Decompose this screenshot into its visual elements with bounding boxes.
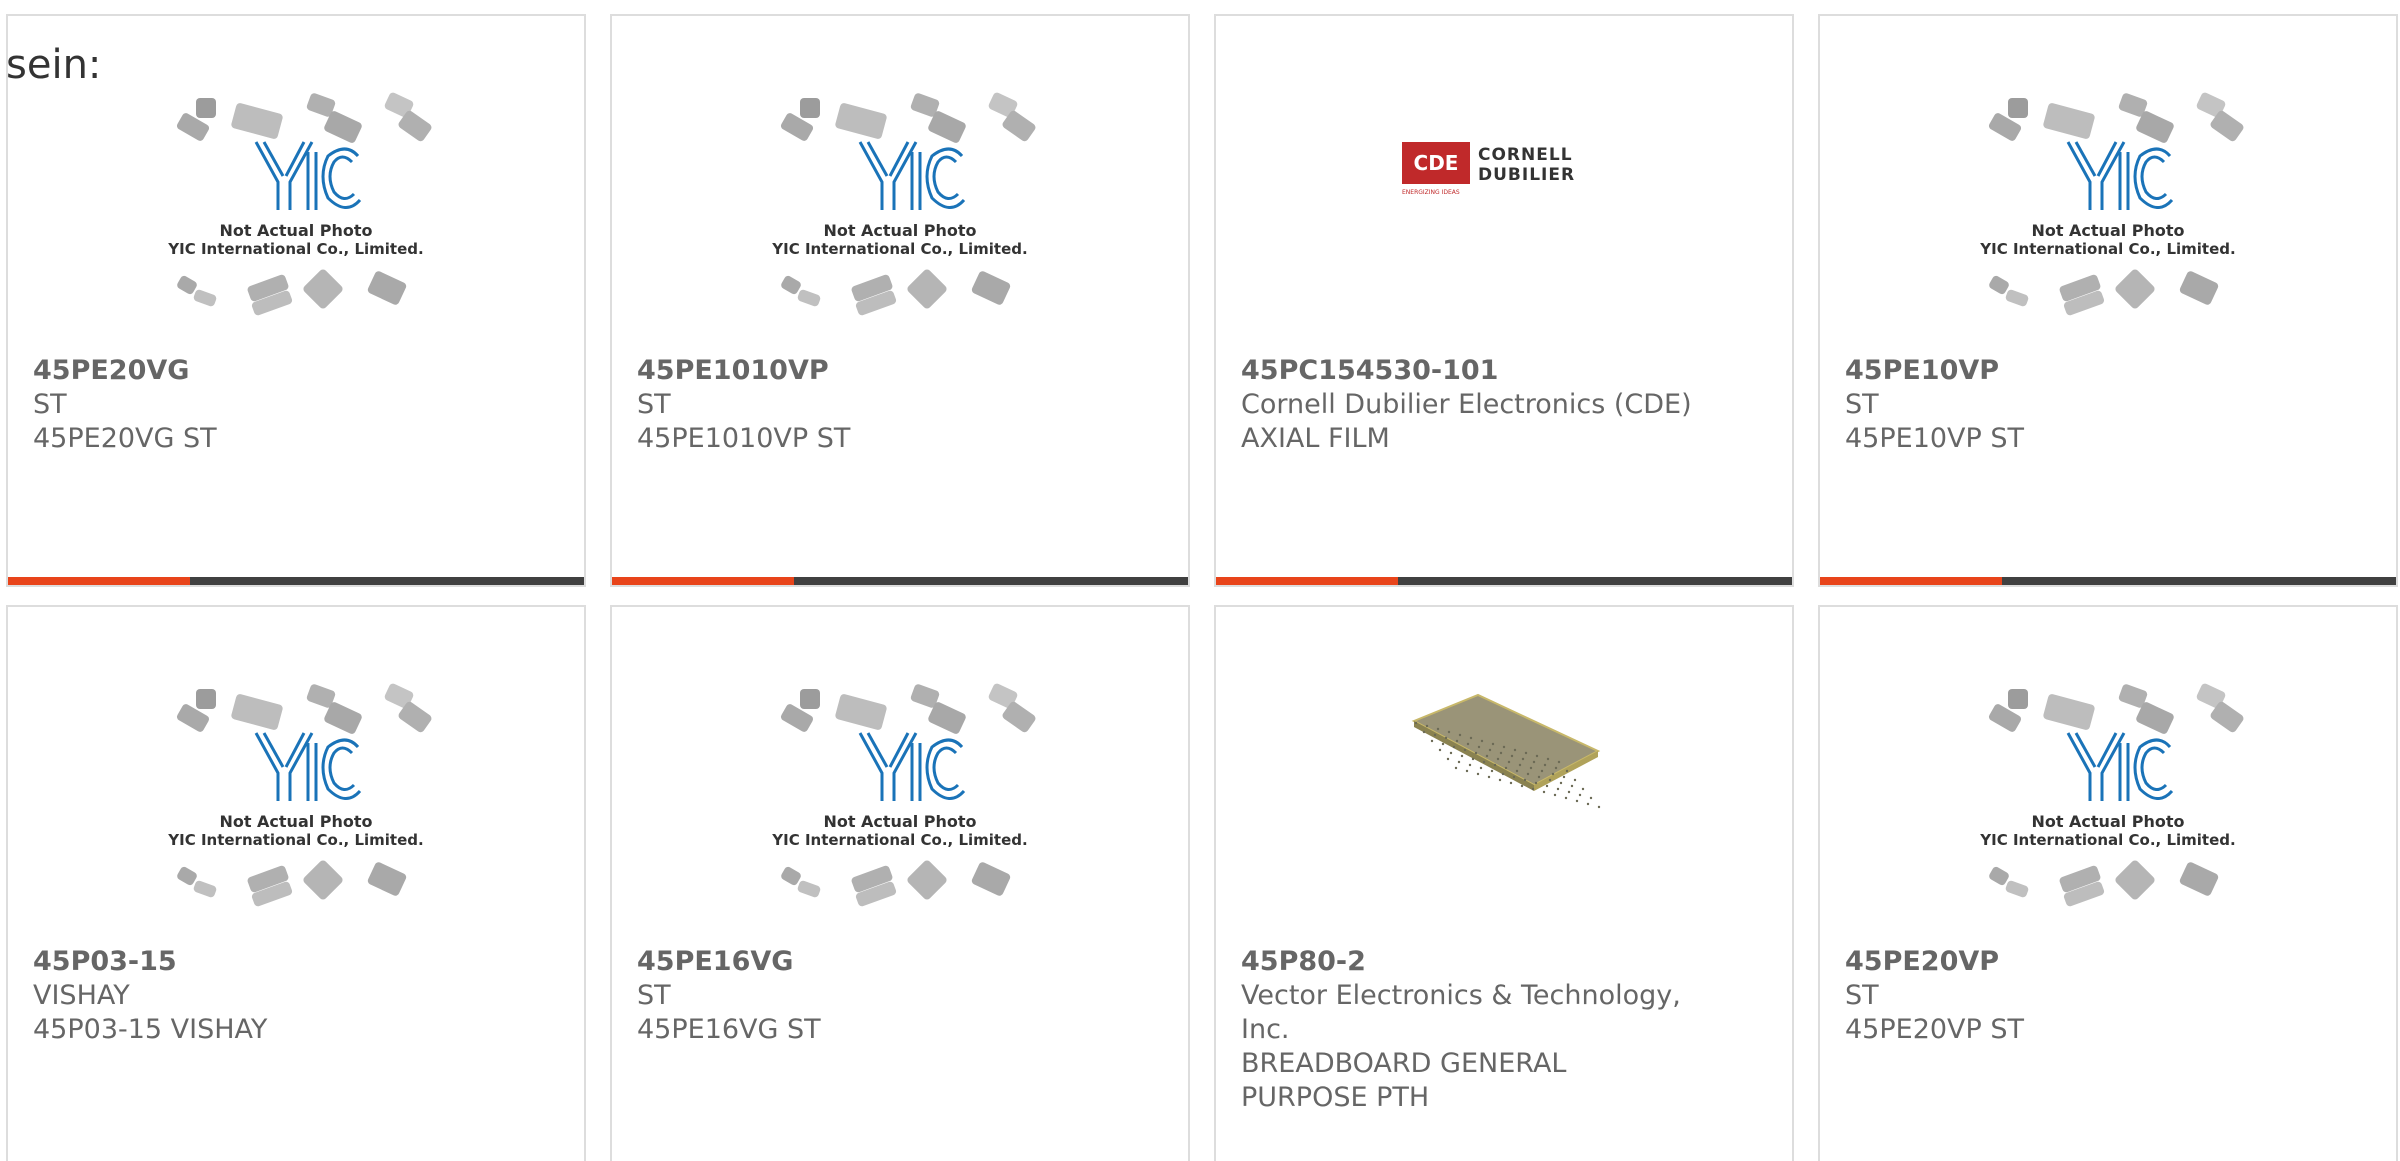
product-manufacturer: ST <box>637 980 671 1011</box>
product-description: Inc. <box>1241 1014 1290 1045</box>
svg-text:Not Actual Photo: Not Actual Photo <box>2031 812 2184 831</box>
overlay-text: sein: <box>6 42 102 88</box>
svg-text:Not Actual Photo: Not Actual Photo <box>219 812 372 831</box>
product-image[interactable]: Not Actual Photo YIC International Co., … <box>612 673 1188 953</box>
card-accent-bar <box>612 577 794 585</box>
product-grid: Not Actual Photo YIC International Co., … <box>6 14 2398 1161</box>
product-manufacturer: ST <box>1845 980 1879 1011</box>
product-part-number[interactable]: 45PE20VG <box>33 354 533 388</box>
svg-text:Not Actual Photo: Not Actual Photo <box>219 221 372 240</box>
card-bottom-bar <box>1216 577 1792 585</box>
product-description: 45PE1010VP ST <box>637 423 851 454</box>
product-description: AXIAL FILM <box>1241 423 1390 454</box>
product-image[interactable]: Not Actual Photo YIC International Co., … <box>8 82 584 362</box>
product-image[interactable]: Not Actual Photo YIC International Co., … <box>1820 82 2396 362</box>
product-description: 45PE10VP ST <box>1845 423 2025 454</box>
svg-text:Not Actual Photo: Not Actual Photo <box>2031 221 2184 240</box>
not-actual-photo-image: Not Actual Photo YIC International Co., … <box>1979 92 2244 316</box>
card-bottom-bar <box>8 577 584 585</box>
product-info: 45PE20VP ST 45PE20VP ST <box>1845 945 2345 1047</box>
product-manufacturer: ST <box>637 389 671 420</box>
svg-text:YIC International Co., Limited: YIC International Co., Limited. <box>771 240 1027 258</box>
not-actual-photo-image: Not Actual Photo YIC International Co., … <box>167 92 432 316</box>
svg-text:YIC International Co., Limited: YIC International Co., Limited. <box>167 831 423 849</box>
breadboard-photo-image <box>1411 693 1601 809</box>
svg-text:CDE: CDE <box>1414 151 1459 175</box>
product-description: BREADBOARD GENERAL <box>1241 1048 1567 1079</box>
card-accent-bar <box>1820 577 2002 585</box>
product-description: 45PE20VG ST <box>33 423 217 454</box>
product-description: 45PE16VG ST <box>637 1014 821 1045</box>
product-manufacturer: VISHAY <box>33 980 130 1011</box>
svg-text:Not Actual Photo: Not Actual Photo <box>823 812 976 831</box>
product-card[interactable]: Not Actual Photo YIC International Co., … <box>1818 14 2398 587</box>
not-actual-photo-image: Not Actual Photo YIC International Co., … <box>167 683 432 907</box>
product-part-number[interactable]: 45PE1010VP <box>637 354 1137 388</box>
product-info: 45PE1010VP ST 45PE1010VP ST <box>637 354 1137 456</box>
product-card[interactable]: Not Actual Photo YIC International Co., … <box>1818 605 2398 1161</box>
product-card[interactable]: Not Actual Photo YIC International Co., … <box>610 605 1190 1161</box>
product-manufacturer: Cornell Dubilier Electronics (CDE) <box>1241 389 1692 420</box>
product-manufacturer: ST <box>1845 389 1879 420</box>
svg-text:YIC International Co., Limited: YIC International Co., Limited. <box>167 240 423 258</box>
product-manufacturer: Vector Electronics & Technology, <box>1241 980 1681 1011</box>
product-info: 45PE20VG ST 45PE20VG ST <box>33 354 533 456</box>
not-actual-photo-image: Not Actual Photo YIC International Co., … <box>771 92 1036 316</box>
product-description: 45P03-15 VISHAY <box>33 1014 268 1045</box>
product-image[interactable]: CDE CORNELL DUBILIER ENERGIZING IDEAS <box>1216 82 1792 362</box>
product-info: 45PC154530-101 Cornell Dubilier Electroni… <box>1241 354 1741 456</box>
product-card[interactable]: Not Actual Photo YIC International Co., … <box>6 14 586 587</box>
svg-text:ENERGIZING IDEAS: ENERGIZING IDEAS <box>1402 189 1460 196</box>
product-part-number[interactable]: 45PE10VP <box>1845 354 2345 388</box>
product-info: 45P03-15 VISHAY 45P03-15 VISHAY <box>33 945 533 1047</box>
product-part-number[interactable]: 45P80-2 <box>1241 945 1741 979</box>
product-info: 45PE10VP ST 45PE10VP ST <box>1845 354 2345 456</box>
product-part-number[interactable]: 45PC154530-101 <box>1241 354 1741 388</box>
product-part-number[interactable]: 45PE16VG <box>637 945 1137 979</box>
product-description: PURPOSE PTH <box>1241 1082 1430 1113</box>
product-card[interactable]: CDE CORNELL DUBILIER ENERGIZING IDEAS 45… <box>1214 14 1794 587</box>
card-accent-bar <box>1216 577 1398 585</box>
product-image[interactable] <box>1216 673 1792 953</box>
card-bottom-bar <box>1820 577 2396 585</box>
not-actual-photo-image: Not Actual Photo YIC International Co., … <box>1979 683 2244 907</box>
product-card[interactable]: Not Actual Photo YIC International Co., … <box>6 605 586 1161</box>
product-image[interactable]: Not Actual Photo YIC International Co., … <box>8 673 584 953</box>
svg-text:YIC International Co., Limited: YIC International Co., Limited. <box>771 831 1027 849</box>
product-card[interactable]: Not Actual Photo YIC International Co., … <box>610 14 1190 587</box>
product-image[interactable]: Not Actual Photo YIC International Co., … <box>1820 673 2396 953</box>
cde-logo-image: CDE CORNELL DUBILIER ENERGIZING IDEAS <box>1402 142 1575 196</box>
product-part-number[interactable]: 45PE20VP <box>1845 945 2345 979</box>
svg-text:Not Actual Photo: Not Actual Photo <box>823 221 976 240</box>
product-manufacturer: ST <box>33 389 67 420</box>
product-image[interactable]: Not Actual Photo YIC International Co., … <box>612 82 1188 362</box>
svg-text:DUBILIER: DUBILIER <box>1478 165 1575 185</box>
product-info: 45P80-2 Vector Electronics & Technology, I… <box>1241 945 1741 1115</box>
svg-text:YIC International Co., Limited: YIC International Co., Limited. <box>1979 831 2235 849</box>
product-listing-page: sein: Not Actual Photo YIC International… <box>0 0 2400 1161</box>
product-info: 45PE16VG ST 45PE16VG ST <box>637 945 1137 1047</box>
product-part-number[interactable]: 45P03-15 <box>33 945 533 979</box>
not-actual-photo-image: Not Actual Photo YIC International Co., … <box>771 683 1036 907</box>
product-description: 45PE20VP ST <box>1845 1014 2025 1045</box>
svg-text:YIC International Co., Limited: YIC International Co., Limited. <box>1979 240 2235 258</box>
card-bottom-bar <box>612 577 1188 585</box>
product-card[interactable]: 45P80-2 Vector Electronics & Technology, I… <box>1214 605 1794 1161</box>
card-accent-bar <box>8 577 190 585</box>
svg-text:CORNELL: CORNELL <box>1478 145 1573 165</box>
